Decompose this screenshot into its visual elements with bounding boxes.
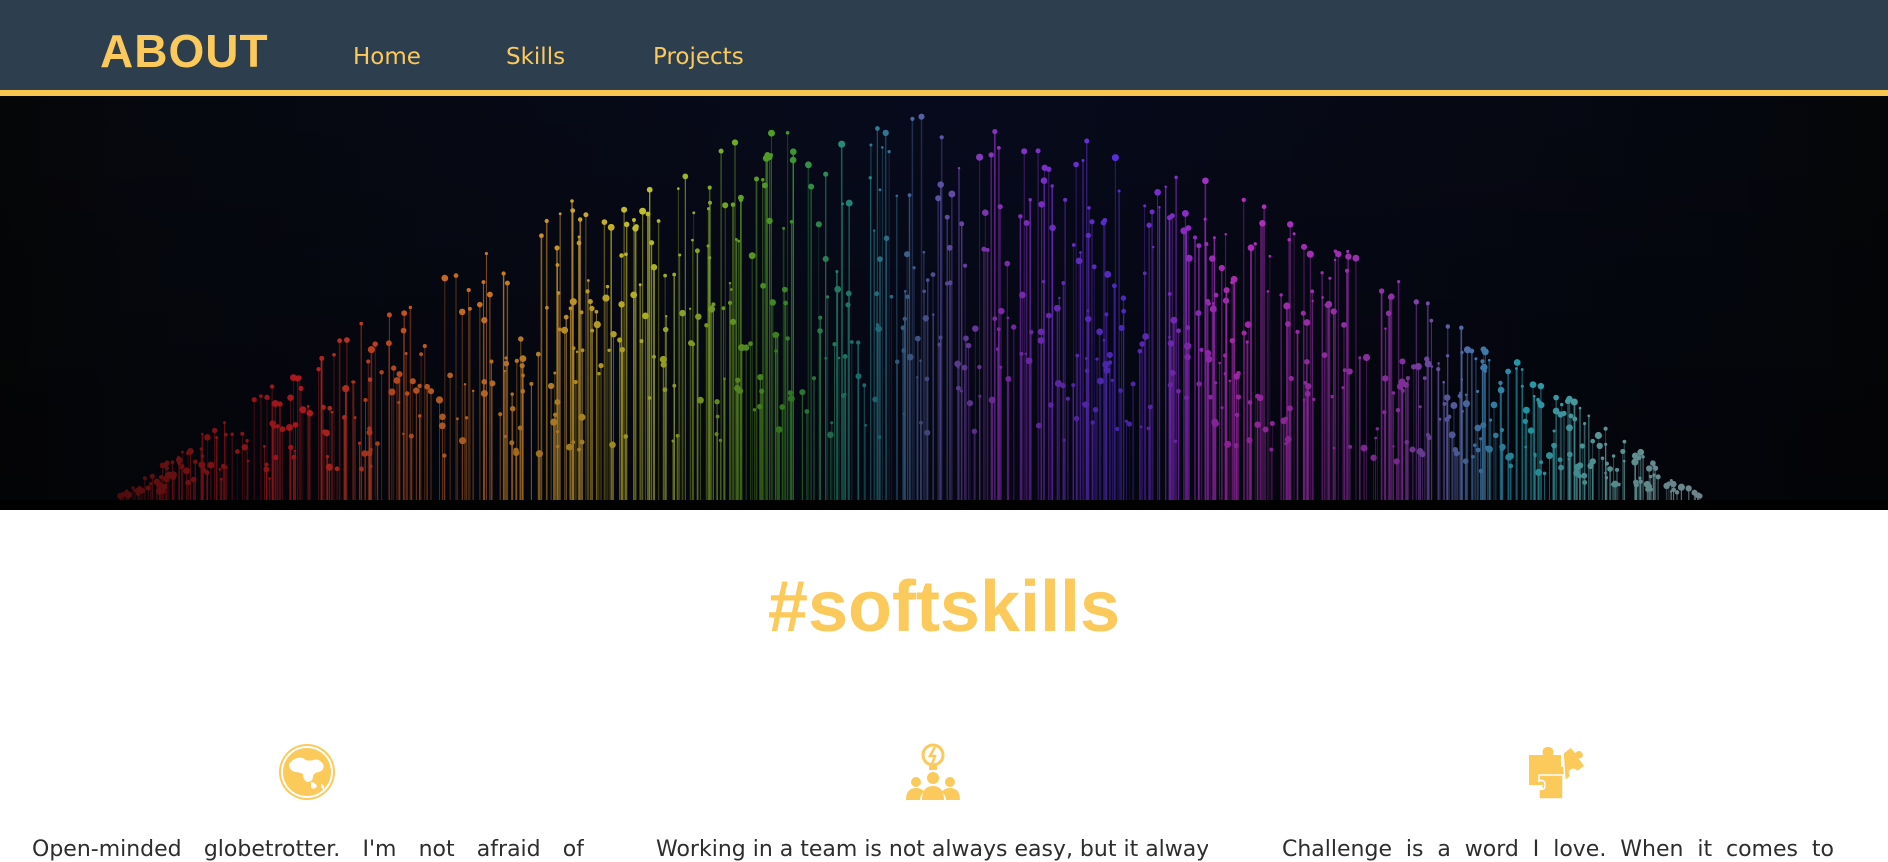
hero-image (0, 96, 1888, 510)
team-idea-icon (906, 743, 960, 800)
skill-text-teamwork: Working in a team is not always easy, bu… (656, 837, 1208, 862)
top-navbar: ABOUT Home Skills Projects (0, 0, 1888, 96)
hero-banner (0, 96, 1888, 510)
puzzle-icon (1529, 745, 1587, 800)
brand-link[interactable]: ABOUT (100, 24, 269, 78)
section-title: #softskills (767, 567, 1121, 647)
nav-link-projects[interactable]: Projects (653, 44, 744, 70)
skill-text-challenge: Challenge is a word I love. When it come… (1282, 837, 1834, 862)
globe-icon (279, 744, 335, 800)
nav-link-skills[interactable]: Skills (506, 44, 565, 70)
skill-text-openness: Open-minded globetrotter. I'm not afraid… (32, 837, 584, 862)
nav-link-home[interactable]: Home (353, 44, 421, 70)
